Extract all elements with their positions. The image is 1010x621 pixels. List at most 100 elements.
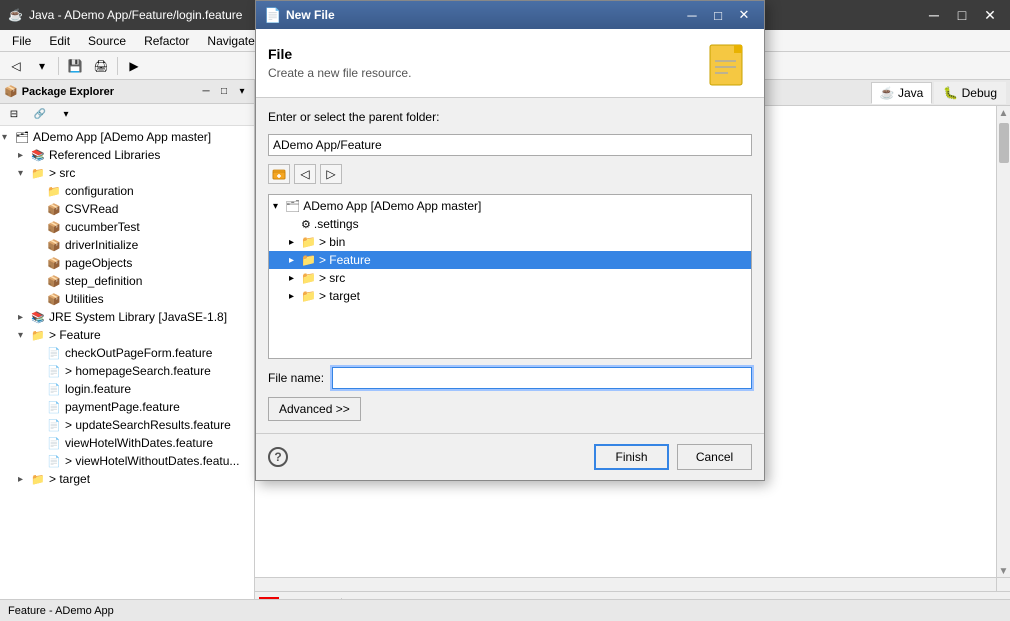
tree-pageobjects[interactable]: 📦 pageObjects: [0, 254, 254, 272]
menu-file[interactable]: File: [4, 32, 39, 50]
ref-label: Referenced Libraries: [49, 148, 160, 162]
advanced-section: Advanced >>: [268, 397, 752, 421]
updatesearch-label: > updateSearchResults.feature: [65, 418, 231, 432]
tree-ref-libraries[interactable]: ▸ 📚 Referenced Libraries: [0, 146, 254, 164]
dialog-title-left: 📄 New File: [264, 7, 335, 23]
dtree-feature-icon: 📁: [301, 253, 316, 267]
target-toggle[interactable]: ▸: [18, 474, 30, 485]
panel-view-btn[interactable]: ▾: [234, 84, 250, 100]
panel-controls: ─ □ ▾: [198, 84, 250, 100]
tree-viewhotelno[interactable]: 📄 > viewHotelWithoutDates.featu...: [0, 452, 254, 470]
dtree-project-toggle[interactable]: ▾: [273, 201, 285, 212]
dtree-feature-toggle[interactable]: ▸: [289, 255, 301, 266]
eclipse-maximize-btn[interactable]: □: [950, 4, 974, 26]
project-label: ADemo App [ADemo App master]: [33, 130, 211, 144]
dtree-bin[interactable]: ▸ 📁 > bin: [269, 233, 751, 251]
dtree-project[interactable]: ▾ 🗂 ADemo App [ADemo App master]: [269, 197, 751, 215]
eclipse-close-btn[interactable]: ✕: [978, 4, 1002, 26]
tree-config[interactable]: 📁 configuration: [0, 182, 254, 200]
dtree-src[interactable]: ▸ 📁 > src: [269, 269, 751, 287]
tree-homepage[interactable]: 📄 > homepageSearch.feature: [0, 362, 254, 380]
debug-tab[interactable]: 🐛 Debug: [934, 82, 1006, 104]
view-menu-btn[interactable]: ▾: [54, 104, 78, 126]
dtree-bin-toggle[interactable]: ▸: [289, 237, 301, 248]
viewhotelno-icon: 📄: [46, 453, 62, 469]
tree-cucumber[interactable]: 📦 cucumberTest: [0, 218, 254, 236]
dtree-src-icon: 📁: [301, 271, 316, 285]
dtree-src-toggle[interactable]: ▸: [289, 273, 301, 284]
dtree-target[interactable]: ▸ 📁 > target: [269, 287, 751, 305]
file-name-label: File name:: [268, 371, 324, 385]
feature-toggle[interactable]: ▾: [18, 330, 30, 341]
package-tree[interactable]: ▾ 🗂 ADemo App [ADemo App master] ▸ 📚 Ref…: [0, 126, 254, 621]
collapse-all-btn[interactable]: ⊟: [2, 104, 26, 126]
tree-utilities[interactable]: 📦 Utilities: [0, 290, 254, 308]
tree-src[interactable]: ▾ 📁 > src: [0, 164, 254, 182]
toolbar-back-btn[interactable]: ◁: [4, 55, 28, 77]
file-name-input[interactable]: [332, 367, 752, 389]
tree-jre[interactable]: ▸ 📚 JRE System Library [JavaSE-1.8]: [0, 308, 254, 326]
toolbar-print-btn[interactable]: 🖨: [89, 55, 113, 77]
login-label: login.feature: [65, 382, 131, 396]
tree-stepdef[interactable]: 📦 step_definition: [0, 272, 254, 290]
toolbar-run-btn[interactable]: ▶: [122, 55, 146, 77]
tree-driver[interactable]: 📦 driverInitialize: [0, 236, 254, 254]
menu-refactor[interactable]: Refactor: [136, 32, 197, 50]
tree-updatesearch[interactable]: 📄 > updateSearchResults.feature: [0, 416, 254, 434]
dialog-tree-back-btn[interactable]: ◁: [294, 164, 316, 184]
vertical-scrollbar[interactable]: ▲ ▼: [996, 106, 1010, 577]
horizontal-scrollbar[interactable]: [255, 578, 996, 591]
viewhotel-icon: 📄: [46, 435, 62, 451]
dtree-target-toggle[interactable]: ▸: [289, 291, 301, 302]
menu-edit[interactable]: Edit: [41, 32, 78, 50]
dialog-folder-tree[interactable]: ▾ 🗂 ADemo App [ADemo App master] ⚙ .sett…: [268, 194, 752, 359]
tree-checkout[interactable]: 📄 checkOutPageForm.feature: [0, 344, 254, 362]
src-toggle[interactable]: ▾: [18, 168, 30, 179]
menu-navigate[interactable]: Navigate: [199, 32, 262, 50]
dialog-tree-forward-btn[interactable]: ▷: [320, 164, 342, 184]
cucumber-label: cucumberTest: [65, 220, 140, 234]
feature-folder-icon: 📁: [30, 327, 46, 343]
dialog-minimize-btn[interactable]: ─: [680, 5, 704, 25]
tree-login[interactable]: 📄 login.feature: [0, 380, 254, 398]
payment-label: paymentPage.feature: [65, 400, 180, 414]
dtree-feature[interactable]: ▸ 📁 > Feature: [269, 251, 751, 269]
tree-viewhotel[interactable]: 📄 viewHotelWithDates.feature: [0, 434, 254, 452]
ref-toggle[interactable]: ▸: [18, 150, 30, 161]
payment-icon: 📄: [46, 399, 62, 415]
link-editor-btn[interactable]: 🔗: [28, 104, 52, 126]
panel-maximize-btn[interactable]: □: [216, 84, 232, 100]
tree-target[interactable]: ▸ 📁 > target: [0, 470, 254, 488]
panel-minimize-btn[interactable]: ─: [198, 84, 214, 100]
toolbar-dropdown-btn[interactable]: ▾: [30, 55, 54, 77]
project-toggle[interactable]: ▾: [2, 132, 14, 143]
finish-button[interactable]: Finish: [594, 444, 669, 470]
tree-payment[interactable]: 📄 paymentPage.feature: [0, 398, 254, 416]
package-explorer-title: Package Explorer: [22, 86, 114, 98]
tree-project[interactable]: ▾ 🗂 ADemo App [ADemo App master]: [0, 128, 254, 146]
jre-toggle[interactable]: ▸: [18, 312, 30, 323]
dialog-maximize-btn[interactable]: □: [706, 5, 730, 25]
eclipse-title-left: ☕ Java - ADemo App/Feature/login.feature: [8, 8, 242, 22]
tree-feature[interactable]: ▾ 📁 > Feature: [0, 326, 254, 344]
updatesearch-icon: 📄: [46, 417, 62, 433]
dtree-project-label: ADemo App [ADemo App master]: [303, 199, 481, 213]
eclipse-minimize-btn[interactable]: ─: [922, 4, 946, 26]
cancel-button[interactable]: Cancel: [677, 444, 752, 470]
toolbar-save-btn[interactable]: 💾: [63, 55, 87, 77]
tree-csvread[interactable]: 📦 CSVRead: [0, 200, 254, 218]
java-tab[interactable]: ☕ Java: [871, 82, 933, 104]
folder-label: Enter or select the parent folder:: [268, 110, 752, 124]
dtree-project-icon: 🗂: [285, 199, 300, 213]
dtree-settings-icon: ⚙: [301, 218, 311, 231]
dialog-close-btn[interactable]: ✕: [732, 5, 756, 25]
advanced-btn[interactable]: Advanced >>: [268, 397, 361, 421]
folder-input[interactable]: [268, 134, 752, 156]
scrollbar-thumb[interactable]: [999, 123, 1009, 163]
dialog-tree-new-folder-btn[interactable]: [268, 164, 290, 184]
toolbar-sep-1: [58, 57, 59, 75]
homepage-label: > homepageSearch.feature: [65, 364, 211, 378]
menu-source[interactable]: Source: [80, 32, 134, 50]
help-icon[interactable]: ?: [268, 447, 288, 467]
dtree-settings[interactable]: ⚙ .settings: [269, 215, 751, 233]
